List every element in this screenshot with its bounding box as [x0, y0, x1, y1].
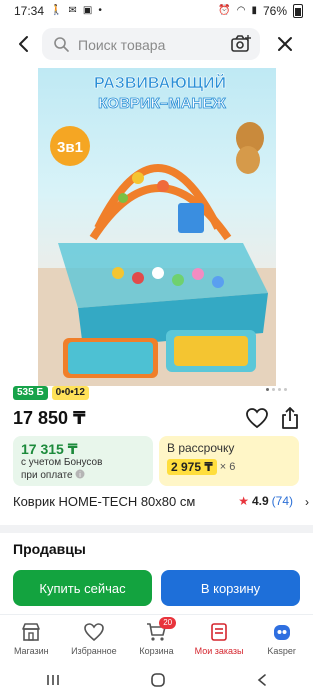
nav-orders[interactable]: Мои заказы: [188, 615, 251, 663]
bonus-note-line2-text: при оплате: [21, 470, 73, 481]
dot-icon: •: [98, 5, 102, 16]
status-bar: 17:34 🚶 ✉ ▣ • ⏰ ◠ ▮ 76%: [0, 0, 313, 22]
home-icon[interactable]: [150, 672, 166, 688]
image-title-line2: КОВРИК–МАНЕЖ: [98, 95, 226, 112]
status-right: ⏰ ◠ ▮ 76%: [218, 4, 303, 18]
back-button[interactable]: [8, 28, 40, 60]
installment-card[interactable]: В рассрочку 2 975 ₸ × 6: [159, 436, 299, 486]
rating[interactable]: ★ 4.9 (74): [238, 494, 293, 508]
close-icon: [278, 37, 292, 51]
chevron-right-icon: ›: [305, 495, 309, 509]
installment-title: В рассрочку: [167, 441, 235, 455]
search-input[interactable]: [76, 28, 220, 62]
system-navigation: [0, 662, 313, 698]
info-icon[interactable]: i: [75, 469, 85, 479]
nav-kasper[interactable]: Kasper: [250, 615, 313, 663]
wifi-icon: ◠: [236, 5, 246, 16]
carousel-dot: [272, 388, 275, 391]
favorite-heart-icon[interactable]: [245, 407, 269, 429]
installment-multiplier: × 6: [219, 461, 236, 473]
cart-count-badge: 20: [159, 617, 177, 629]
battery-level: 76%: [262, 4, 287, 18]
photo-icon: ▣: [82, 5, 93, 16]
product-name: Коврик HOME-TECH 80x80 см: [13, 494, 196, 509]
nav-label-kasper: Kasper: [267, 646, 296, 656]
bonus-price: 17 315 ₸: [21, 441, 78, 457]
walk-icon: 🚶: [50, 5, 63, 16]
carousel-dot-active: [266, 388, 269, 391]
installment-amount: 2 975 ₸: [167, 459, 217, 475]
buy-now-button[interactable]: Купить сейчас: [13, 570, 152, 606]
product-title-row[interactable]: Коврик HOME-TECH 80x80 см ★ 4.9 (74) ›: [13, 494, 309, 512]
price-badges: 535 Б 0•0•12: [13, 386, 89, 400]
product-illustration: РАЗВИВАЮЩИЙ КОВРИК–МАНЕЖ 3в1: [38, 73, 276, 386]
notification-icon: ✉: [68, 5, 77, 16]
carousel-dots: [266, 388, 287, 391]
product-image[interactable]: РАЗВИВАЮЩИЙ КОВРИК–МАНЕЖ 3в1: [38, 68, 276, 386]
bonus-note-line2: при оплате i: [21, 469, 145, 482]
review-count: (74): [271, 494, 293, 508]
installment-badge: 0•0•12: [51, 386, 89, 400]
search-row: [0, 26, 313, 62]
nav-label-orders: Мои заказы: [194, 646, 244, 656]
nav-cart[interactable]: 20 Корзина: [125, 615, 188, 663]
image-badge: 3в1: [57, 139, 83, 156]
back-nav-icon[interactable]: [256, 673, 268, 687]
search-box[interactable]: [42, 28, 260, 62]
share-icon[interactable]: [279, 406, 301, 430]
bonus-badge: 535 Б: [13, 386, 48, 400]
nav-label-shop: Магазин: [13, 646, 49, 656]
product-price: 17 850 ₸: [13, 408, 86, 428]
chevron-left-icon: [19, 36, 28, 52]
section-divider: [0, 525, 313, 533]
search-icon: [54, 37, 69, 52]
camera-icon[interactable]: [230, 34, 252, 54]
sellers-title: Продавцы: [13, 541, 86, 557]
close-button[interactable]: [268, 28, 302, 60]
star-icon: ★: [238, 494, 249, 508]
heart-icon: [84, 623, 104, 642]
status-left: 17:34 🚶 ✉ ▣ •: [14, 4, 102, 18]
nav-label-favorites: Избранное: [71, 646, 117, 656]
nav-favorites[interactable]: Избранное: [63, 615, 126, 663]
alarm-icon: ⏰: [218, 5, 231, 16]
bonus-note-line1: с учетом Бонусов: [21, 457, 103, 468]
signal-icon: ▮: [251, 5, 257, 16]
bottom-navigation: Магазин Избранное 20 Корзина Мои заказы …: [0, 614, 313, 663]
kasper-icon: [273, 625, 290, 640]
recent-apps-icon[interactable]: [45, 673, 61, 687]
status-time: 17:34: [14, 4, 45, 18]
installment-row: 2 975 ₸ × 6: [167, 459, 291, 475]
nav-shop[interactable]: Магазин: [0, 615, 63, 663]
orders-icon: [211, 623, 227, 641]
image-title-line1: РАЗВИВАЮЩИЙ: [94, 73, 226, 92]
battery-icon: [293, 4, 303, 18]
rating-value: 4.9: [251, 494, 269, 508]
carousel-dot: [278, 388, 281, 391]
nav-label-cart: Корзина: [139, 646, 174, 656]
shop-icon: [22, 623, 41, 641]
add-to-cart-button[interactable]: В корзину: [161, 570, 300, 606]
bonus-price-card[interactable]: 17 315 ₸ с учетом Бонусов при оплате i: [13, 436, 153, 486]
carousel-dot: [284, 388, 287, 391]
